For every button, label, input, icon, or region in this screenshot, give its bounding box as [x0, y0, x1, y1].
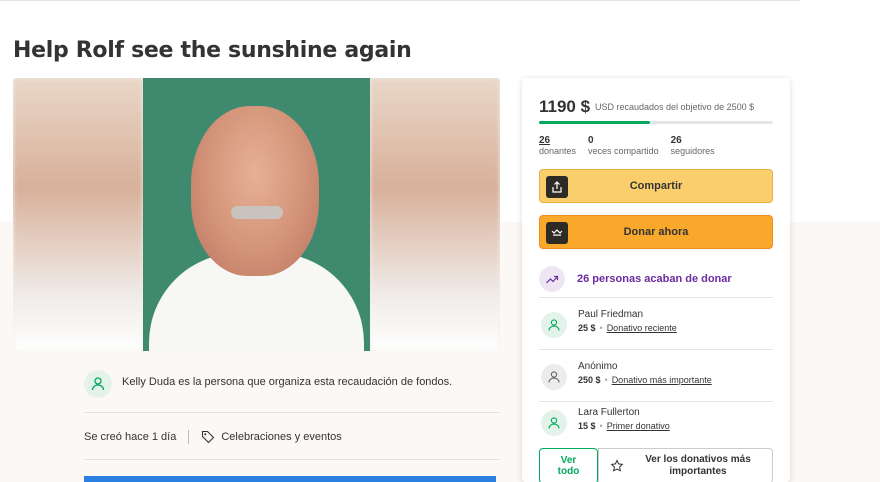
amount-goal: USD recaudados del objetivo de 2500 $ — [595, 102, 755, 112]
donor-details: 15 $ • Primer donativo — [578, 421, 670, 431]
stat-followers-label: seguidores — [670, 146, 715, 156]
stat-donors-label: donantes — [539, 146, 577, 156]
created-row: Se creó hace 1 día Celebraciones y event… — [84, 430, 342, 444]
organizer-row: Kelly Duda es la persona que organiza es… — [84, 370, 500, 398]
section-divider-2 — [84, 459, 500, 460]
card-divider — [539, 349, 773, 350]
donor-avatar-icon — [541, 364, 567, 390]
recent-donations: 26 personas acaban de donar — [539, 260, 773, 298]
donor-details: 25 $ • Donativo reciente — [578, 323, 677, 333]
created-separator — [188, 430, 190, 444]
section-divider — [84, 412, 500, 413]
photo-blur-left — [13, 78, 143, 351]
blue-banner — [84, 476, 496, 482]
donate-label: Donar ahora — [623, 226, 689, 238]
stat-shares: 0 veces compartido — [588, 135, 659, 156]
donation-card: 1190 $ USD recaudados del objetivo de 25… — [522, 78, 790, 482]
donor-name: Paul Friedman — [578, 309, 644, 320]
organizer-icon — [84, 370, 112, 398]
stat-followers-number: 26 — [670, 135, 682, 146]
created-date: Se creó hace 1 día — [84, 431, 177, 443]
photo-blur-right — [370, 78, 500, 351]
share-label: Compartir — [629, 180, 683, 192]
stat-shares-number: 0 — [588, 135, 594, 146]
stat-donors[interactable]: 26 donantes — [539, 135, 576, 156]
trending-icon — [539, 266, 565, 292]
stat-followers: 26 seguidores — [671, 135, 715, 156]
photo-face — [191, 106, 319, 276]
campaign-photo — [13, 78, 500, 351]
donate-icon — [546, 222, 568, 244]
donor-amount: 250 $ — [578, 375, 601, 385]
photo-portrait — [143, 78, 370, 351]
donor-item: Lara Fullerton 15 $ • Primer donativo — [539, 402, 773, 446]
share-icon — [546, 176, 568, 198]
donor-avatar-icon — [541, 410, 567, 436]
donor-tag-link[interactable]: Donativo más importante — [612, 375, 712, 385]
donor-details: 250 $ • Donativo más importante — [578, 375, 712, 385]
amount-raised: 1190 $ — [539, 97, 591, 116]
progress-bar — [539, 121, 773, 124]
header-divider — [0, 0, 800, 1]
donor-tag-link[interactable]: Donativo reciente — [607, 323, 677, 333]
tag-icon — [202, 430, 215, 444]
donor-item: Anónimo 250 $ • Donativo más importante — [539, 356, 773, 400]
see-top-donations-button[interactable]: Ver los donativos más importantes — [598, 448, 773, 482]
donor-amount: 15 $ — [578, 421, 596, 431]
donor-tag-link[interactable]: Primer donativo — [607, 421, 670, 431]
stat-donors-number: 26 — [539, 135, 551, 146]
card-divider — [539, 297, 773, 298]
donor-amount: 25 $ — [578, 323, 596, 333]
stats-row: 26 donantes 0 veces compartido 26 seguid… — [539, 135, 715, 156]
photo-mustache — [231, 206, 283, 219]
see-all-button[interactable]: Ver todo — [539, 448, 598, 482]
donor-name: Lara Fullerton — [578, 407, 640, 418]
donor-avatar-icon — [541, 312, 567, 338]
donor-item: Paul Friedman 25 $ • Donativo reciente — [539, 304, 773, 348]
donor-name: Anónimo — [578, 361, 618, 372]
category-link[interactable]: Celebraciones y eventos — [201, 430, 342, 444]
share-button[interactable]: Compartir — [539, 169, 773, 203]
star-icon — [610, 459, 624, 472]
see-top-label: Ver los donativos más importantes — [645, 454, 751, 477]
recent-label: 26 personas acaban de donar — [577, 273, 732, 285]
category-label: Celebraciones y eventos — [221, 431, 342, 443]
stat-shares-label: veces compartido — [588, 146, 659, 156]
see-all-label: Ver todo — [557, 455, 580, 477]
campaign-title: Help Rolf see the sunshine again — [13, 38, 412, 63]
donate-button[interactable]: Donar ahora — [539, 215, 773, 249]
progress-fill — [539, 121, 651, 124]
organizer-text: Kelly Duda es la persona que organiza es… — [122, 376, 453, 388]
